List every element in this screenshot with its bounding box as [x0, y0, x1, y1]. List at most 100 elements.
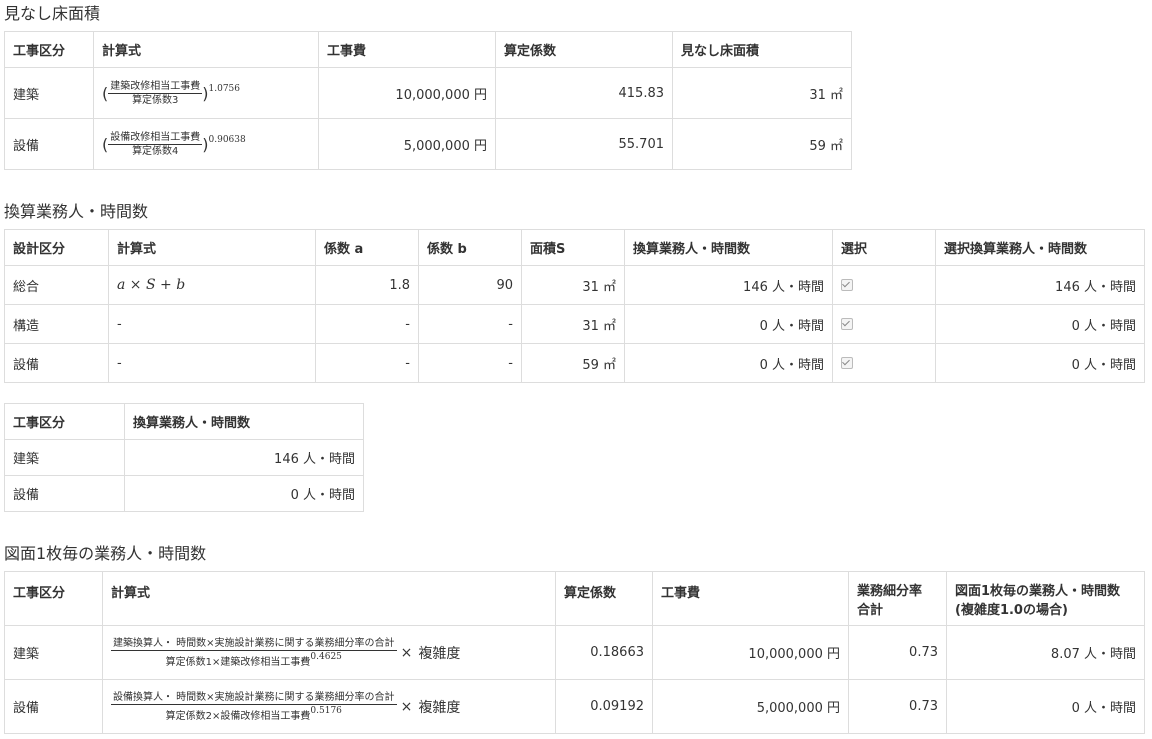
- floor-area-table: 工事区分 計算式 工事費 算定係数 見なし床面積 建築 (建築改修相当工事費 算定…: [4, 31, 852, 170]
- select-checkbox[interactable]: [841, 357, 853, 369]
- row-coef-b: -: [418, 343, 522, 383]
- row-cost: 5,000,000 円: [318, 118, 496, 170]
- row-kubun: 構造: [4, 304, 109, 344]
- row-cost: 10,000,000 円: [318, 67, 496, 119]
- row-kubun: 建築: [4, 67, 94, 119]
- row-formula: a × S + b: [108, 265, 316, 305]
- select-checkbox[interactable]: [841, 318, 853, 330]
- header-cost: 工事費: [652, 571, 849, 626]
- select-cell: [832, 304, 936, 344]
- converted-hours-table: 設計区分 計算式 係数 a 係数 b 面積S 換算業務人・時間数 選択 選択換算…: [4, 229, 1145, 383]
- header-area-s: 面積S: [521, 229, 625, 266]
- select-checkbox[interactable]: [841, 279, 853, 291]
- summary-hours-table: 工事区分 換算業務人・時間数 建築 146 人・時間 設備 0 人・時間: [4, 403, 364, 512]
- row-coef: 55.701: [495, 118, 673, 170]
- table-row: 設備 - - - 59 ㎡ 0 人・時間 0 人・時間: [4, 343, 1145, 383]
- row-kubun: 設備: [4, 343, 109, 383]
- row-cost: 5,000,000 円: [652, 679, 849, 734]
- complexity-label: 複雑度: [418, 645, 461, 662]
- header-formula: 計算式: [108, 229, 316, 266]
- row-coef: 0.09192: [555, 679, 653, 734]
- header-formula: 計算式: [102, 571, 556, 626]
- row-coef-b: -: [418, 304, 522, 344]
- formula-numerator: 設備改修相当工事費: [108, 131, 203, 145]
- header-kubun: 工事区分: [4, 571, 103, 626]
- row-hours: 146 人・時間: [124, 439, 364, 476]
- header-coef: 算定係数: [495, 31, 673, 68]
- row-area: 31 ㎡: [521, 304, 625, 344]
- row-area: 59 ㎡: [521, 343, 625, 383]
- table-row: 建築 (建築改修相当工事費 算定係数3)1.0756 10,000,000 円 4…: [4, 67, 852, 119]
- row-kubun: 建築: [4, 625, 103, 680]
- formula-denominator: 算定係数3: [132, 94, 179, 106]
- formula-cell: (建築改修相当工事費 算定係数3)1.0756: [93, 67, 319, 119]
- table-row: 建築 建築換算人・ 時間数×実施設計業務に関する業務細分率の合計 算定係数1×建築…: [4, 625, 1145, 680]
- row-kubun: 設備: [4, 679, 103, 734]
- header-formula: 計算式: [93, 31, 319, 68]
- header-hours-line2: (複雑度1.0の場合): [955, 603, 1068, 618]
- row-coef-b: 90: [418, 265, 522, 305]
- header-kubun: 工事区分: [4, 403, 125, 440]
- row-selected-hours: 0 人・時間: [935, 304, 1145, 344]
- header-hours-line1: 図面1枚毎の業務人・時間数: [955, 584, 1121, 599]
- row-coef-a: -: [315, 304, 419, 344]
- denominator-text: 算定係数2×設備改修相当工事費: [165, 710, 311, 722]
- row-formula: -: [108, 304, 316, 344]
- row-selected-hours: 0 人・時間: [935, 343, 1145, 383]
- row-kubun: 設備: [4, 475, 125, 512]
- row-hours: 0 人・時間: [624, 304, 833, 344]
- row-cost: 10,000,000 円: [652, 625, 849, 680]
- complexity-label: 複雑度: [418, 699, 461, 716]
- table-row: 設備 設備換算人・ 時間数×実施設計業務に関する業務細分率の合計 算定係数2×設備…: [4, 679, 1145, 734]
- row-hours: 0 人・時間: [124, 475, 364, 512]
- section-title-per-drawing-hours: 図面1枚毎の業務人・時間数: [4, 544, 207, 563]
- row-area: 31 ㎡: [521, 265, 625, 305]
- header-select: 選択: [832, 229, 936, 266]
- header-hours: 換算業務人・時間数: [124, 403, 364, 440]
- row-rate: 0.73: [848, 679, 947, 734]
- header-area: 見なし床面積: [672, 31, 852, 68]
- row-coef-a: 1.8: [315, 265, 419, 305]
- header-coef-a: 係数 a: [315, 229, 419, 266]
- formula-denominator: 算定係数1×建築改修相当工事費0.4625: [164, 651, 344, 669]
- formula-cell: 設備換算人・ 時間数×実施設計業務に関する業務細分率の合計 算定係数2×設備改修相…: [102, 679, 556, 734]
- row-rate: 0.73: [848, 625, 947, 680]
- formula-exponent: 0.5176: [310, 705, 342, 716]
- formula-numerator: 設備換算人・ 時間数×実施設計業務に関する業務細分率の合計: [111, 691, 397, 705]
- row-coef: 415.83: [495, 67, 673, 119]
- table-row: 建築 146 人・時間: [4, 439, 364, 476]
- header-per-drawing-hours: 図面1枚毎の業務人・時間数 (複雑度1.0の場合): [946, 571, 1145, 626]
- row-area: 31 ㎡: [672, 67, 852, 119]
- row-hours: 0 人・時間: [946, 679, 1145, 734]
- section-title-converted-hours: 換算業務人・時間数: [4, 202, 149, 221]
- table-row: 総合 a × S + b 1.8 90 31 ㎡ 146 人・時間 146 人・…: [4, 265, 1145, 305]
- formula-cell: (設備改修相当工事費 算定係数4)0.90638: [93, 118, 319, 170]
- formula-exponent: 0.90638: [208, 134, 246, 145]
- header-hours: 換算業務人・時間数: [624, 229, 833, 266]
- formula-denominator: 算定係数2×設備改修相当工事費0.5176: [164, 705, 344, 723]
- table-row: 設備 0 人・時間: [4, 475, 364, 512]
- header-rate-line1: 業務細分率: [857, 584, 923, 599]
- section-title-floor-area: 見なし床面積: [4, 4, 101, 23]
- header-cost: 工事費: [318, 31, 496, 68]
- header-coef-b: 係数 b: [418, 229, 522, 266]
- row-hours: 146 人・時間: [624, 265, 833, 305]
- formula-numerator: 建築改修相当工事費: [108, 80, 203, 94]
- row-hours: 8.07 人・時間: [946, 625, 1145, 680]
- formula-cell: 建築換算人・ 時間数×実施設計業務に関する業務細分率の合計 算定係数1×建築改修相…: [102, 625, 556, 680]
- formula-denominator: 算定係数4: [132, 145, 179, 157]
- row-formula: -: [108, 343, 316, 383]
- header-rate-line2: 合計: [857, 603, 884, 618]
- header-rate: 業務細分率 合計: [848, 571, 947, 626]
- formula-numerator: 建築換算人・ 時間数×実施設計業務に関する業務細分率の合計: [111, 637, 397, 651]
- row-selected-hours: 146 人・時間: [935, 265, 1145, 305]
- row-coef-a: -: [315, 343, 419, 383]
- table-row: 設備 (設備改修相当工事費 算定係数4)0.90638 5,000,000 円 5…: [4, 118, 852, 170]
- formula-exponent: 1.0756: [208, 83, 241, 94]
- select-cell: [832, 265, 936, 305]
- formula-exponent: 0.4625: [310, 651, 342, 662]
- per-drawing-hours-table: 工事区分 計算式 算定係数 工事費 業務細分率 合計 図面1枚毎の業務人・時間数 (…: [4, 571, 1145, 734]
- row-kubun: 設備: [4, 118, 94, 170]
- row-kubun: 建築: [4, 439, 125, 476]
- row-kubun: 総合: [4, 265, 109, 305]
